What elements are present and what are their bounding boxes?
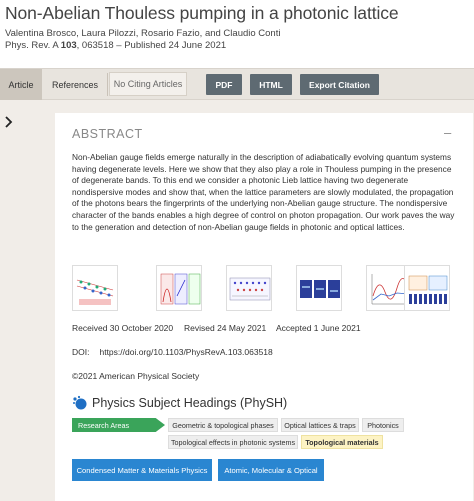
physh-logo-icon (72, 395, 88, 411)
physh-heading: Physics Subject Headings (PhySH) (72, 393, 287, 413)
tag-topological-materials[interactable]: Topological materials (301, 435, 383, 449)
figure-thumbnail-2[interactable] (156, 265, 202, 311)
doi-label: DOI: (72, 347, 90, 357)
article-citation: Phys. Rev. A 103, 063518 – Published 24 … (5, 40, 226, 51)
accepted-date: Accepted 1 June 2021 (276, 323, 361, 333)
figure-thumbnail-1[interactable] (72, 265, 118, 311)
category-amo-button[interactable]: Atomic, Molecular & Optical (218, 459, 324, 481)
article-title: Non-Abelian Thouless pumping in a photon… (5, 3, 399, 23)
citation-details: , 063518 – Published 24 June 2021 (76, 40, 227, 51)
export-citation-button[interactable]: Export Citation (300, 74, 379, 95)
tab-divider (107, 73, 108, 96)
article-header: Non-Abelian Thouless pumping in a photon… (0, 0, 474, 68)
received-date: Received 30 October 2020 (72, 323, 174, 333)
tab-references[interactable]: References (44, 69, 106, 100)
collapse-toggle[interactable]: – (444, 125, 451, 140)
tag-optical-lattices-traps[interactable]: Optical lattices & traps (281, 418, 359, 432)
abstract-text: Non-Abelian gauge fields emerge naturall… (72, 152, 455, 232)
doi-link[interactable]: https://doi.org/10.1103/PhysRevA.103.063… (99, 347, 272, 357)
pdf-button[interactable]: PDF (206, 74, 242, 95)
article-authors: Valentina Brosco, Laura Pilozzi, Rosario… (5, 28, 281, 39)
journal-volume: 103 (60, 40, 77, 51)
category-condensed-matter-button[interactable]: Condensed Matter & Materials Physics (72, 459, 212, 481)
journal-name: Phys. Rev. A (5, 40, 59, 51)
figure-thumbnail-3[interactable] (226, 265, 272, 311)
doi-line: DOI: https://doi.org/10.1103/PhysRevA.103… (72, 347, 273, 357)
chevron-right-icon[interactable] (0, 112, 18, 132)
tab-article[interactable]: Article (0, 69, 42, 100)
tag-geometric-topological-phases[interactable]: Geometric & topological phases (168, 418, 278, 432)
tag-topological-effects-photonic[interactable]: Topological effects in photonic systems (168, 435, 298, 449)
copyright-notice: ©2021 American Physical Society (72, 371, 200, 381)
tag-photonics[interactable]: Photonics (362, 418, 404, 432)
html-button[interactable]: HTML (250, 74, 292, 95)
physh-heading-text: Physics Subject Headings (PhySH) (92, 396, 288, 410)
figure-thumbnail-6[interactable] (404, 265, 450, 311)
figure-thumbnail-4[interactable] (296, 265, 342, 311)
tab-no-citing-articles: No Citing Articles (109, 72, 187, 96)
article-tab-bar: Article References No Citing Articles PD… (0, 68, 474, 100)
research-areas-label: Research Areas (72, 418, 165, 432)
revised-date: Revised 24 May 2021 (184, 323, 267, 333)
abstract-heading: ABSTRACT (72, 127, 143, 141)
